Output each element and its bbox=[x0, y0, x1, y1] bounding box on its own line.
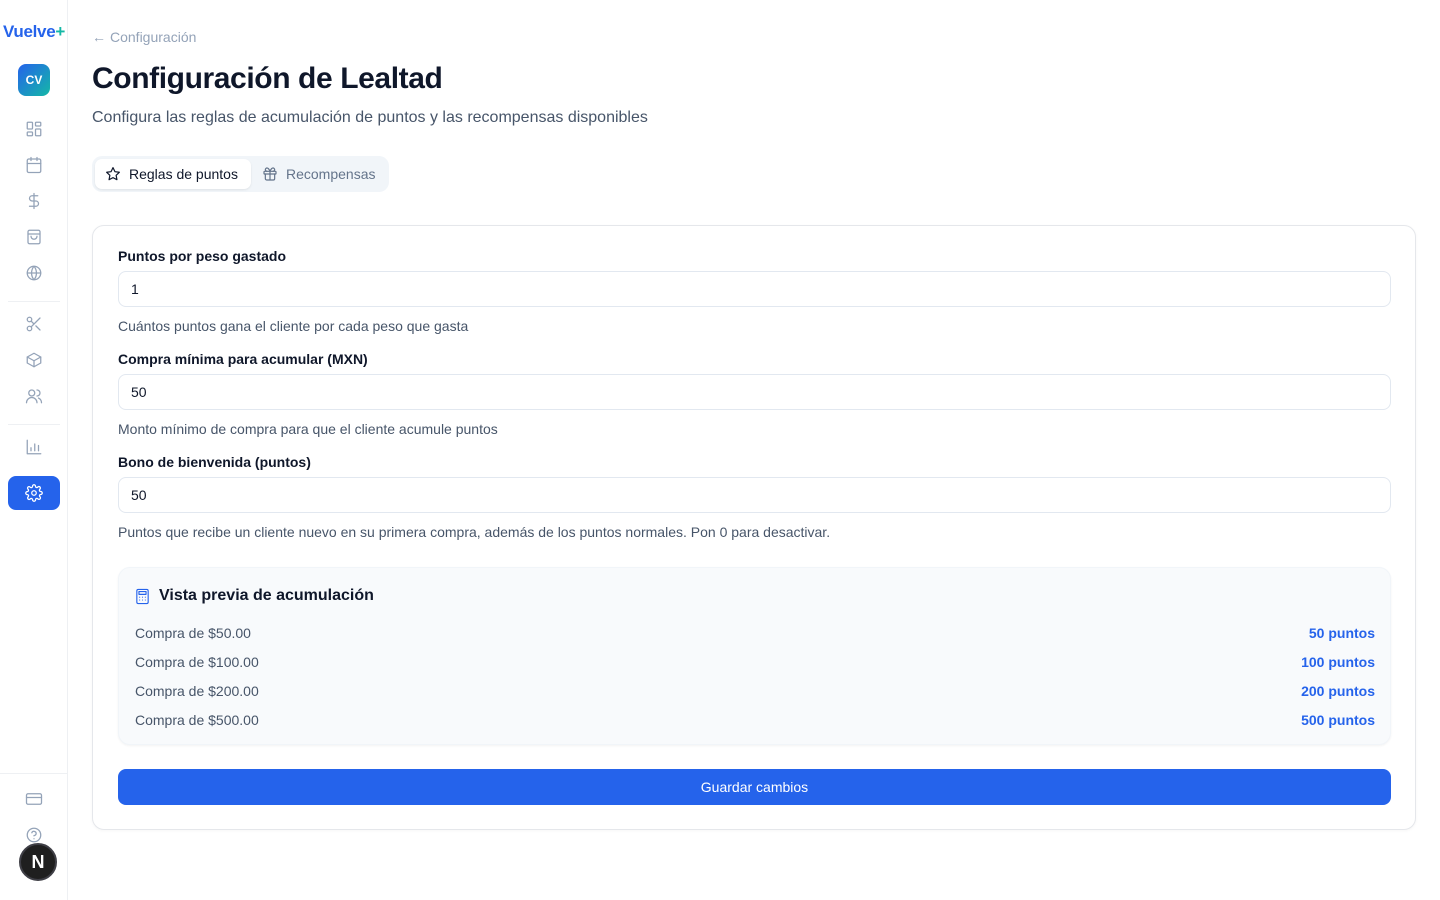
tab-label: Recompensas bbox=[286, 166, 376, 182]
preview-row-value: 500 puntos bbox=[1301, 712, 1375, 728]
preview-row: Compra de $500.00 500 puntos bbox=[135, 710, 1375, 730]
nav-web[interactable] bbox=[16, 257, 52, 289]
globe-icon bbox=[26, 265, 42, 281]
nav-products[interactable] bbox=[16, 344, 52, 376]
min-purchase-input[interactable] bbox=[118, 374, 1391, 410]
nav-settings[interactable] bbox=[8, 476, 60, 510]
tab-label: Reglas de puntos bbox=[129, 166, 238, 182]
brand-plus: + bbox=[55, 22, 66, 41]
welcome-bonus-input[interactable] bbox=[118, 477, 1391, 513]
page-title: Configuración de Lealtad bbox=[92, 62, 443, 95]
preview-row-value: 50 puntos bbox=[1308, 625, 1375, 641]
nav-billing[interactable] bbox=[16, 783, 52, 815]
arrow-left-icon: ← bbox=[92, 29, 106, 45]
preview-row: Compra de $200.00 200 puntos bbox=[135, 681, 1375, 701]
preview-row: Compra de $100.00 100 puntos bbox=[135, 652, 1375, 672]
scissors-icon bbox=[26, 316, 41, 332]
calendar-icon bbox=[26, 156, 42, 174]
star-icon bbox=[106, 167, 120, 181]
calculator-icon bbox=[136, 588, 149, 604]
sidebar: Vuelve+ CV N bbox=[0, 0, 68, 900]
nav-divider bbox=[8, 301, 60, 302]
preview-header: Vista previa de acumulación bbox=[135, 587, 374, 605]
save-button[interactable]: Guardar cambios bbox=[118, 769, 1391, 805]
accumulation-preview: Vista previa de acumulación Compra de $5… bbox=[118, 567, 1391, 745]
nav-customers[interactable] bbox=[16, 380, 52, 412]
min-purchase-label: Compra mínima para acumular (MXN) bbox=[118, 351, 368, 367]
back-link[interactable]: ← Configuración bbox=[92, 29, 196, 45]
back-link-label: Configuración bbox=[110, 29, 197, 45]
help-circle-icon bbox=[26, 827, 42, 843]
users-icon bbox=[25, 389, 43, 404]
shopping-bag-icon bbox=[27, 229, 41, 245]
dashboard-icon bbox=[26, 121, 42, 137]
preview-row-value: 200 puntos bbox=[1301, 683, 1375, 699]
page-subtitle: Configura las reglas de acumulación de p… bbox=[92, 109, 648, 126]
preview-row-value: 100 puntos bbox=[1301, 654, 1375, 670]
welcome-bonus-label: Bono de bienvenida (puntos) bbox=[118, 454, 311, 470]
welcome-bonus-help: Puntos que recibe un cliente nuevo en su… bbox=[118, 524, 831, 540]
nav-analytics[interactable] bbox=[16, 431, 52, 463]
nav-shopping[interactable] bbox=[16, 221, 52, 253]
tab-points-rules[interactable]: Reglas de puntos bbox=[95, 159, 251, 189]
gift-icon bbox=[263, 167, 277, 181]
brand-name: Vuelve bbox=[2, 22, 56, 41]
credit-card-icon bbox=[25, 793, 43, 805]
nav-divider bbox=[8, 424, 60, 425]
tab-rewards[interactable]: Recompensas bbox=[252, 159, 386, 189]
points-per-peso-help: Cuántos puntos gana el cliente por cada … bbox=[118, 318, 469, 334]
bar-chart-icon bbox=[26, 439, 42, 455]
points-per-peso-input[interactable] bbox=[118, 271, 1391, 307]
nav-sales[interactable] bbox=[16, 185, 52, 217]
preview-row: Compra de $50.00 50 puntos bbox=[135, 623, 1375, 643]
preview-row-label: Compra de $50.00 bbox=[135, 625, 251, 641]
dollar-icon bbox=[28, 192, 40, 210]
preview-title: Vista previa de acumulación bbox=[159, 587, 374, 604]
sidebar-footer-divider bbox=[0, 773, 68, 774]
box-icon bbox=[26, 352, 42, 368]
nav-dashboard[interactable] bbox=[16, 113, 52, 145]
brand-logo[interactable]: Vuelve+ bbox=[0, 22, 68, 42]
nav-services[interactable] bbox=[16, 308, 52, 340]
points-per-peso-label: Puntos por peso gastado bbox=[118, 248, 287, 264]
nav-calendar[interactable] bbox=[16, 149, 52, 181]
preview-row-label: Compra de $200.00 bbox=[135, 683, 259, 699]
points-rules-card: Puntos por peso gastado Cuántos puntos g… bbox=[92, 225, 1416, 830]
min-purchase-help: Monto mínimo de compra para que el clien… bbox=[118, 421, 498, 437]
preview-row-label: Compra de $100.00 bbox=[135, 654, 259, 670]
user-badge[interactable]: N bbox=[19, 843, 57, 881]
preview-row-label: Compra de $500.00 bbox=[135, 712, 259, 728]
tab-list: Reglas de puntos Recompensas bbox=[92, 156, 389, 192]
org-avatar[interactable]: CV bbox=[18, 64, 50, 96]
gear-icon bbox=[25, 484, 43, 502]
